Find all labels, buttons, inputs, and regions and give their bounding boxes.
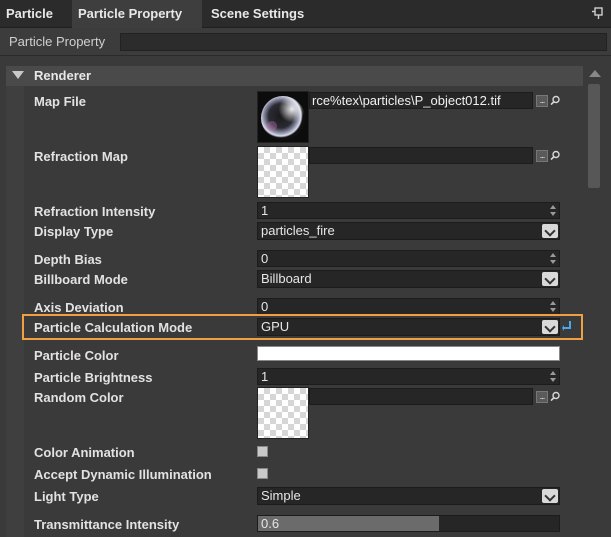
particle-calculation-mode-select[interactable]: GPU [257,318,560,336]
light-type-label: Light Type [34,489,99,504]
indent-gutter [6,86,24,537]
accept-dynamic-illumination-checkbox[interactable] [257,468,268,479]
light-type-chevron-down-icon[interactable] [542,489,558,503]
refraction-map-search-icon[interactable] [550,150,561,161]
particle-color-label: Particle Color [34,348,119,363]
particle-calculation-mode-chevron-down-icon[interactable] [542,320,558,334]
map-file-label: Map File [34,94,87,109]
random-color-browse-button[interactable]: ... [536,391,548,403]
axis-deviation-spinner-icon[interactable] [549,300,557,313]
transmittance-intensity-slider[interactable]: 0.6 [257,515,560,532]
particle-brightness-label: Particle Brightness [34,370,153,385]
particle-brightness-spinner-icon[interactable] [549,370,557,383]
panel-title: Particle Property [9,34,106,49]
map-file-browse-button[interactable]: ... [536,95,548,107]
accept-dynamic-illumination-label: Accept Dynamic Illumination [34,467,212,482]
tab-particle-property[interactable]: Particle Property [72,0,202,28]
map-file-search-icon[interactable] [550,95,561,106]
depth-bias-value: 0 [261,251,269,266]
refraction-intensity-label: Refraction Intensity [34,204,156,219]
panel-header: Particle Property [0,28,611,56]
display-type-value: particles_fire [261,223,335,238]
random-color-thumbnail[interactable] [257,387,309,439]
tab-bar: Particle Particle Property Scene Setting… [0,0,611,28]
map-file-path-input[interactable]: rce%tex\particles\P_object012.tif [309,92,533,109]
refraction-intensity-spinner-icon[interactable] [549,204,557,217]
billboard-mode-select[interactable]: Billboard [257,270,560,288]
billboard-mode-chevron-down-icon[interactable] [542,272,558,286]
refraction-map-thumbnail[interactable] [257,146,309,198]
axis-deviation-label: Axis Deviation [34,300,124,315]
scrollbar-thumb[interactable] [588,84,600,188]
axis-deviation-input[interactable]: 0 [257,298,560,315]
tab-particle[interactable]: Particle [0,0,68,28]
billboard-mode-value: Billboard [261,271,312,286]
refraction-intensity-value: 1 [261,203,269,218]
collapse-triangle-icon[interactable] [12,71,24,79]
particle-color-swatch[interactable] [257,346,560,361]
particle-calculation-mode-value: GPU [261,319,290,334]
display-type-chevron-down-icon[interactable] [542,224,558,238]
depth-bias-spinner-icon[interactable] [549,252,557,265]
axis-deviation-value: 0 [261,299,269,314]
color-animation-label: Color Animation [34,445,135,460]
particle-brightness-input[interactable]: 1 [257,368,560,385]
sphere-texture-icon [258,92,308,142]
random-color-label: Random Color [34,390,124,405]
color-animation-checkbox[interactable] [257,446,268,457]
refraction-intensity-input[interactable]: 1 [257,202,560,219]
random-color-search-icon[interactable] [550,391,561,402]
transmittance-intensity-label: Transmittance Intensity [34,517,180,532]
refraction-map-browse-button[interactable]: ... [536,150,548,162]
particle-brightness-value: 1 [261,369,269,384]
pin-icon[interactable] [591,6,605,20]
refraction-map-label: Refraction Map [34,149,128,164]
scroll-up-arrow-icon[interactable] [589,70,601,77]
light-type-value: Simple [261,488,301,503]
transmittance-intensity-value: 0.6 [261,516,280,531]
section-renderer-header[interactable]: Renderer [6,66,583,86]
depth-bias-label: Depth Bias [34,252,102,267]
tab-scene-settings[interactable]: Scene Settings [205,0,323,28]
transmittance-intensity-slider-fill [258,516,439,531]
light-type-select[interactable]: Simple [257,487,560,505]
refraction-map-path-input[interactable] [309,147,533,164]
panel-search-input[interactable] [120,33,607,51]
depth-bias-input[interactable]: 0 [257,250,560,267]
billboard-mode-label: Billboard Mode [34,272,128,287]
display-type-label: Display Type [34,224,114,239]
section-title: Renderer [34,68,92,83]
map-file-thumbnail[interactable] [257,91,309,143]
display-type-select[interactable]: particles_fire [257,222,560,240]
random-color-path-input[interactable] [309,388,533,405]
particle-calculation-mode-label: Particle Calculation Mode [34,320,193,335]
reset-arrow-icon[interactable] [562,319,572,333]
